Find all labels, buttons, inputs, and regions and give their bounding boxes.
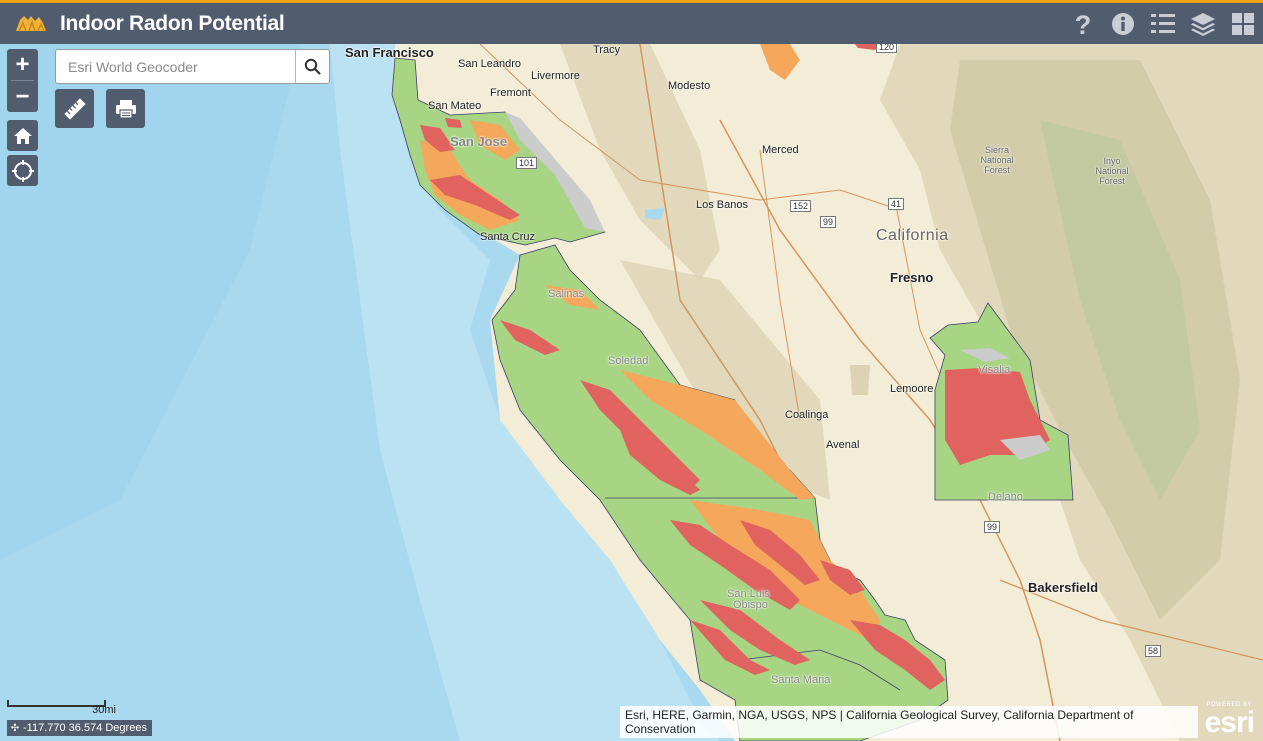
coordinate-mode-icon[interactable]: ✣ (7, 723, 23, 734)
label-avenal: Avenal (826, 439, 860, 451)
coordinate-display[interactable]: ✣ -117.770 36.574 Degrees (7, 720, 152, 736)
legend-list-icon (1151, 13, 1175, 33)
label-san-jose: San Jose (450, 134, 508, 149)
legend-button[interactable] (1143, 3, 1183, 44)
scale-bar: 30mi (7, 700, 116, 716)
measure-button[interactable] (55, 89, 94, 128)
app-title: Indoor Radon Potential (60, 11, 285, 35)
app-header: Indoor Radon Potential ? (0, 3, 1263, 44)
info-icon (1112, 12, 1134, 35)
grid-icon (1232, 12, 1254, 35)
home-icon (13, 127, 32, 144)
geocoder-search (55, 49, 330, 84)
label-livermore: Livermore (531, 70, 580, 82)
label-inyo-forest: Inyo National Forest (1095, 156, 1129, 186)
highway-120-shield: 120 (876, 44, 898, 53)
label-salinas: Salinas (548, 288, 585, 300)
label-fremont: Fremont (490, 87, 531, 99)
label-bakersfield: Bakersfield (1028, 580, 1099, 595)
label-merced: Merced (762, 144, 799, 156)
basemap-gallery-button[interactable] (1223, 3, 1263, 44)
highway-41-shield: 41 (888, 198, 905, 210)
label-santa-maria: Santa Maria (771, 674, 831, 686)
label-fresno: Fresno (890, 270, 934, 285)
label-soledad: Soledad (608, 355, 649, 367)
esri-wordmark: esri (1204, 706, 1255, 739)
layers-icon (1191, 12, 1215, 36)
about-button[interactable] (1103, 3, 1143, 44)
label-sierra-forest: Sierra National Forest (980, 145, 1014, 175)
label-visalia: Visalia (978, 364, 1011, 376)
label-tracy: Tracy (593, 44, 621, 56)
search-icon (304, 58, 321, 75)
label-san-francisco: San Francisco (345, 45, 434, 60)
label-california: California (876, 227, 949, 244)
highway-101-shield: 101 (516, 157, 538, 169)
map-view[interactable]: San Francisco San Leandro Tracy Livermor… (0, 44, 1263, 741)
layers-button[interactable] (1183, 3, 1223, 44)
svg-text:?: ? (1075, 11, 1092, 37)
label-san-leandro: San Leandro (458, 58, 521, 70)
coordinate-text: -117.770 36.574 Degrees (23, 722, 147, 734)
highway-99-shield: 99 (820, 216, 837, 228)
california-bear-logo-icon (16, 15, 46, 31)
search-button[interactable] (295, 50, 329, 83)
highway-58-shield: 58 (1145, 645, 1162, 657)
zoom-in-button[interactable]: + (7, 49, 38, 80)
scale-bar-line (7, 700, 106, 707)
label-lemoore: Lemoore (890, 383, 934, 395)
basemap (0, 44, 1263, 741)
home-button[interactable] (7, 120, 38, 151)
map-attribution: Esri, HERE, Garmin, NGA, USGS, NPS | Cal… (620, 706, 1198, 738)
label-delano: Delano (988, 491, 1023, 503)
search-input[interactable] (56, 50, 295, 83)
scale-label: 30mi (92, 704, 116, 716)
ruler-icon (63, 97, 86, 120)
label-los-banos: Los Banos (696, 199, 748, 211)
highway-152-shield: 152 (790, 200, 812, 212)
print-button[interactable] (106, 89, 145, 128)
printer-icon (115, 99, 136, 119)
locate-button[interactable] (7, 155, 38, 186)
crosshair-icon (11, 159, 34, 182)
label-modesto: Modesto (668, 80, 711, 92)
esri-logo: POWERED BY esri (1190, 700, 1260, 741)
help-button[interactable]: ? (1063, 3, 1103, 44)
highway-99-south-shield: 99 (984, 521, 1001, 533)
label-obispo: Obispo (733, 599, 768, 611)
label-san-mateo: San Mateo (428, 100, 482, 112)
zoom-out-button[interactable]: − (7, 81, 38, 112)
zoom-control: + − (7, 49, 38, 112)
label-santa-cruz: Santa Cruz (480, 231, 536, 243)
label-coalinga: Coalinga (785, 409, 829, 421)
question-mark-icon: ? (1075, 11, 1092, 37)
